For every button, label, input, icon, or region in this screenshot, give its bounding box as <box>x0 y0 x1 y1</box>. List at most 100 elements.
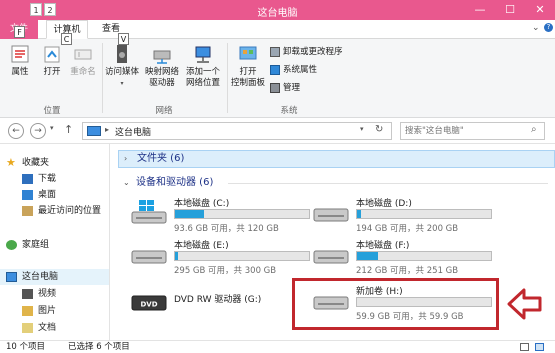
open-control-panel-button[interactable]: 打开 控制面板 <box>229 43 267 89</box>
add-location-label-2: 网络位置 <box>185 78 220 88</box>
ribbon: 属性 打开 重命名 位置 访问媒体 ▾ 映射网络 驱动器 添加一个 网络位置 网… <box>0 39 555 118</box>
search-input[interactable] <box>405 125 525 137</box>
drive-name: 本地磁盘 (D:) <box>356 199 412 209</box>
drive-free-space: 194 GB 可用，共 200 GB <box>356 224 459 234</box>
downloads-icon <box>22 173 33 184</box>
group-separator <box>102 43 103 113</box>
open-button[interactable]: 打开 <box>38 43 66 78</box>
details-view-icon[interactable] <box>520 343 529 351</box>
nav-recent[interactable]: 最近访问的位置 <box>22 204 101 218</box>
drive-usage-bar <box>356 209 492 219</box>
back-button[interactable]: ← <box>8 123 24 139</box>
nav-downloads[interactable]: 下载 <box>22 172 56 186</box>
drive-usage-bar <box>174 209 310 219</box>
uninstall-program-button[interactable]: 卸载或更改程序 <box>270 45 343 59</box>
computer-icon <box>87 126 101 136</box>
nav-pictures-label: 图片 <box>38 306 57 316</box>
star-icon: ★ <box>6 155 16 169</box>
rename-button[interactable]: 重命名 <box>68 43 98 78</box>
recent-places-icon <box>22 205 33 216</box>
up-button[interactable]: ↑ <box>64 123 73 136</box>
address-dropdown-icon[interactable]: ▾ <box>360 125 364 133</box>
homegroup-icon <box>6 239 17 250</box>
minimize-button[interactable]: — <box>465 0 495 20</box>
nav-favorites-label: 收藏夹 <box>22 158 50 168</box>
drive-usage-bar <box>174 251 310 261</box>
drive-usage-fill <box>175 210 205 218</box>
folders-group-header[interactable]: › 文件夹 (6) <box>118 150 555 168</box>
help-icon[interactable]: ? <box>544 23 553 32</box>
open-cp-label-1: 打开 <box>239 67 257 77</box>
ribbon-tabs: 文件 F 计算机 C 查看 V ⌄ ? <box>0 20 555 45</box>
nav-downloads-label: 下载 <box>38 174 57 184</box>
drive-tile[interactable]: 本地磁盘 (E:) 295 GB 可用，共 300 GB <box>130 236 310 276</box>
breadcrumb-this-pc[interactable]: 这台电脑 <box>115 125 151 138</box>
explorer-window: 1 2 这台电脑 — ☐ ✕ 文件 F 计算机 C 查看 V ⌄ ? 属性 打开 <box>0 0 555 353</box>
collapse-chevron-icon[interactable]: ⌄ <box>123 175 130 191</box>
status-bar: 10 个项目 已选择 6 个项目 <box>0 340 555 353</box>
rename-label: 重命名 <box>70 67 96 77</box>
nav-recent-label: 最近访问的位置 <box>38 206 102 216</box>
group-network-label: 网络 <box>155 106 173 116</box>
drive-free-space: 212 GB 可用，共 251 GB <box>356 266 459 276</box>
maximize-button[interactable]: ☐ <box>495 0 525 20</box>
ribbon-expand-icon[interactable]: ⌄ <box>532 23 540 33</box>
folders-header-label: 文件夹 (6) <box>137 153 185 164</box>
search-box[interactable]: ⌕ <box>400 122 545 140</box>
chevron-down-icon: ▾ <box>120 80 124 87</box>
properties-button[interactable]: 属性 <box>6 43 34 78</box>
dvd-logo-text: DVD <box>140 301 157 309</box>
drive-usage-fill <box>357 210 362 218</box>
recent-locations-icon[interactable]: ▾ <box>50 124 54 132</box>
control-panel-icon <box>237 43 259 65</box>
drive-usage-bar <box>356 251 492 261</box>
nav-desktop[interactable]: 桌面 <box>22 188 56 202</box>
nav-documents[interactable]: 文档 <box>22 321 56 335</box>
breadcrumb-chevron-icon[interactable]: ▸ <box>105 125 109 134</box>
highlight-box <box>292 278 499 330</box>
drive-usage-fill <box>175 252 178 260</box>
map-drive-label-1: 映射网络 <box>144 67 179 77</box>
hard-drive-icon <box>131 250 167 264</box>
nav-homegroup-label: 家庭组 <box>22 240 50 250</box>
access-media-button[interactable]: 访问媒体 ▾ <box>104 43 140 89</box>
uninstall-label: 卸载或更改程序 <box>283 47 343 57</box>
pictures-icon <box>22 305 33 316</box>
nav-this-pc[interactable]: 这台电脑 <box>6 270 58 284</box>
add-network-location-button[interactable]: 添加一个 网络位置 <box>183 43 223 89</box>
nav-videos[interactable]: 视频 <box>22 287 56 301</box>
manage-button[interactable]: 管理 <box>270 81 300 95</box>
hard-drive-icon <box>313 208 349 222</box>
drive-tile[interactable]: 本地磁盘 (C:) 93.6 GB 可用，共 120 GB <box>130 194 310 234</box>
close-button[interactable]: ✕ <box>525 0 555 20</box>
drive-free-space: 295 GB 可用，共 300 GB <box>174 266 277 276</box>
drive-tile[interactable]: DVD DVD RW 驱动器 (G:) <box>130 282 310 322</box>
navigation-pane: ★ 收藏夹 下载 桌面 最近访问的位置 家庭组 这台电脑 视频 图片 文档 <box>0 144 110 340</box>
dvd-drive-icon: DVD <box>131 295 167 311</box>
search-icon[interactable]: ⌕ <box>531 124 537 135</box>
map-drive-label-2: 驱动器 <box>149 78 175 88</box>
drive-tile[interactable]: 本地磁盘 (F:) 212 GB 可用，共 251 GB <box>312 236 492 276</box>
forward-button[interactable]: → <box>30 123 46 139</box>
header-divider <box>228 183 548 184</box>
uninstall-icon <box>270 46 280 57</box>
refresh-icon[interactable]: ↻ <box>375 124 383 135</box>
open-cp-label-2: 控制面板 <box>230 78 265 88</box>
tiles-view-icon[interactable] <box>535 343 544 351</box>
address-bar-row: ← → ▾ ↑ ▸ 这台电脑 ▾ ↻ ⌕ <box>0 118 555 144</box>
drives-group-header[interactable]: ⌄ 设备和驱动器 (6) <box>118 175 548 191</box>
nav-pictures[interactable]: 图片 <box>22 304 56 318</box>
drive-tile[interactable]: 本地磁盘 (D:) 194 GB 可用，共 200 GB <box>312 194 492 234</box>
address-box[interactable]: ▸ 这台电脑 ▾ ↻ <box>82 122 392 140</box>
group-separator <box>227 43 228 113</box>
expand-chevron-icon[interactable]: › <box>124 151 127 167</box>
drives-header-label: 设备和驱动器 (6) <box>136 177 214 188</box>
system-properties-button[interactable]: 系统属性 <box>270 63 317 77</box>
system-properties-label: 系统属性 <box>283 65 318 75</box>
open-label: 打开 <box>43 67 61 77</box>
map-network-drive-button[interactable]: 映射网络 驱动器 <box>143 43 181 89</box>
properties-icon <box>9 43 31 65</box>
nav-favorites[interactable]: ★ 收藏夹 <box>6 156 49 170</box>
nav-homegroup[interactable]: 家庭组 <box>6 238 49 252</box>
nav-desktop-label: 桌面 <box>38 190 57 200</box>
